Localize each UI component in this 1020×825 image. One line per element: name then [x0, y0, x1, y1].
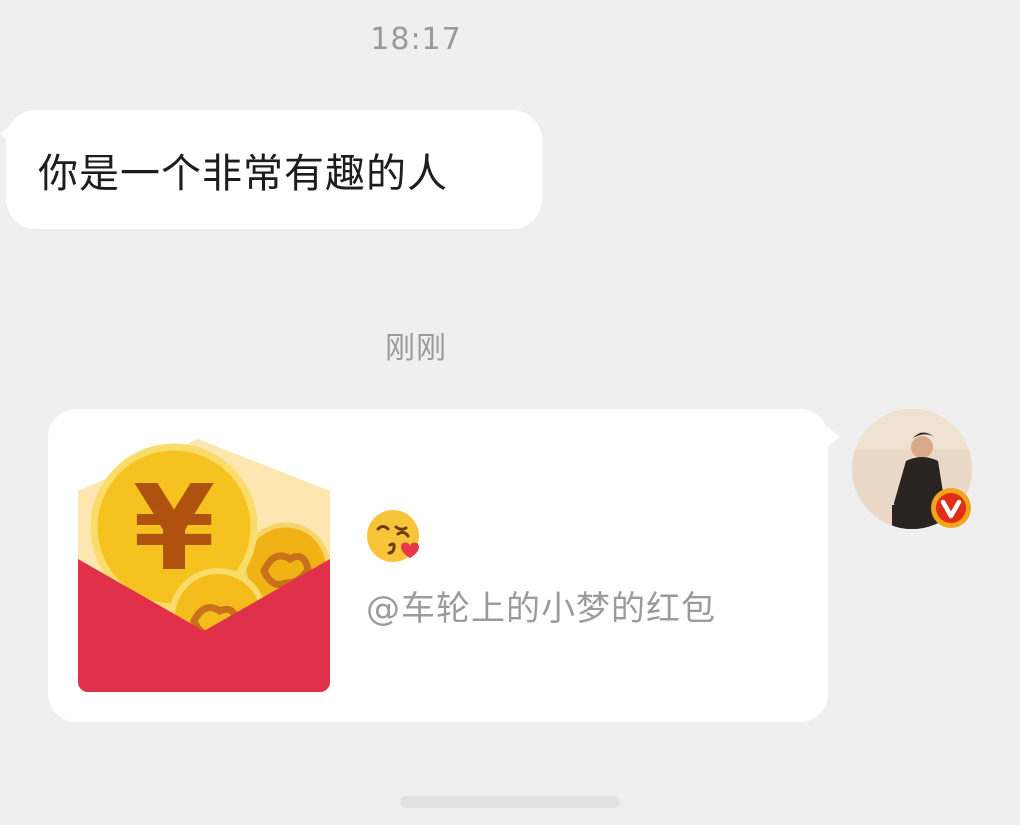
incoming-message-bubble[interactable]: 你是一个非常有趣的人 [0, 110, 542, 229]
verified-v-badge-icon [931, 488, 971, 528]
red-packet-card[interactable]: ¥ @车轮上的小梦的红包 [48, 409, 840, 722]
timestamp-2: 刚刚 [385, 331, 447, 366]
red-packet-caption: @车轮上的小梦的红包 [366, 589, 716, 629]
red-envelope-icon: ¥ [78, 439, 330, 692]
timestamp-1: 18:17 [370, 22, 462, 57]
incoming-message-text: 你是一个非常有趣的人 [38, 150, 448, 197]
bubble-tail [0, 124, 12, 144]
bubble-tail [827, 427, 840, 447]
kiss-heart-emoji-icon [367, 510, 419, 562]
bottom-scroll-hint-icon [400, 796, 620, 808]
